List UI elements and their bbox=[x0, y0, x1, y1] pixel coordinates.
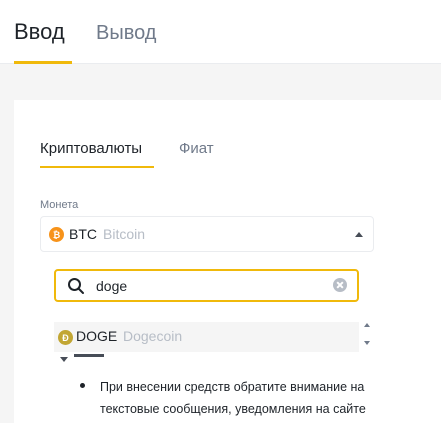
tab-withdraw[interactable]: Вывод bbox=[96, 19, 156, 47]
scroll-up-arrow-icon[interactable] bbox=[364, 323, 370, 327]
notice-text: При внесении средств обратите внимание н… bbox=[100, 380, 366, 416]
clear-icon[interactable] bbox=[333, 278, 347, 292]
chevron-down-icon bbox=[60, 357, 68, 362]
top-navigation: Ввод Вывод bbox=[0, 0, 441, 64]
coin-field-label: Монета bbox=[40, 199, 79, 211]
active-tab-indicator bbox=[14, 61, 72, 64]
result-coin-ticker: DOGE bbox=[76, 328, 118, 344]
bitcoin-icon: ₿ bbox=[49, 227, 64, 242]
search-input[interactable] bbox=[96, 276, 316, 296]
coin-search-box bbox=[54, 269, 359, 302]
tab-crypto[interactable]: Криптовалюты bbox=[40, 139, 142, 159]
list-item[interactable]: Ð DOGE Dogecoin bbox=[54, 322, 359, 352]
search-icon bbox=[68, 278, 84, 294]
bullet-icon bbox=[80, 383, 85, 388]
search-results-list: Ð DOGE Dogecoin bbox=[54, 322, 376, 352]
chevron-up-icon bbox=[355, 232, 363, 237]
coin-select[interactable]: ₿ BTC Bitcoin bbox=[40, 216, 374, 252]
active-subtab-indicator bbox=[40, 166, 154, 168]
deposit-card: Криптовалюты Фиат Монета ₿ BTC Bitcoin Ð… bbox=[14, 100, 441, 423]
result-coin-name: Dogecoin bbox=[123, 328, 183, 344]
scroll-down-arrow-icon[interactable] bbox=[364, 341, 370, 345]
dogecoin-icon: Ð bbox=[58, 330, 73, 345]
selected-coin-name: Bitcoin bbox=[103, 226, 146, 242]
tab-deposit[interactable]: Ввод bbox=[14, 18, 65, 46]
obscured-text-fragment bbox=[74, 354, 104, 357]
tips-header-partial bbox=[60, 354, 140, 368]
tab-fiat[interactable]: Фиат bbox=[179, 139, 214, 159]
selected-coin-ticker: BTC bbox=[69, 226, 97, 242]
